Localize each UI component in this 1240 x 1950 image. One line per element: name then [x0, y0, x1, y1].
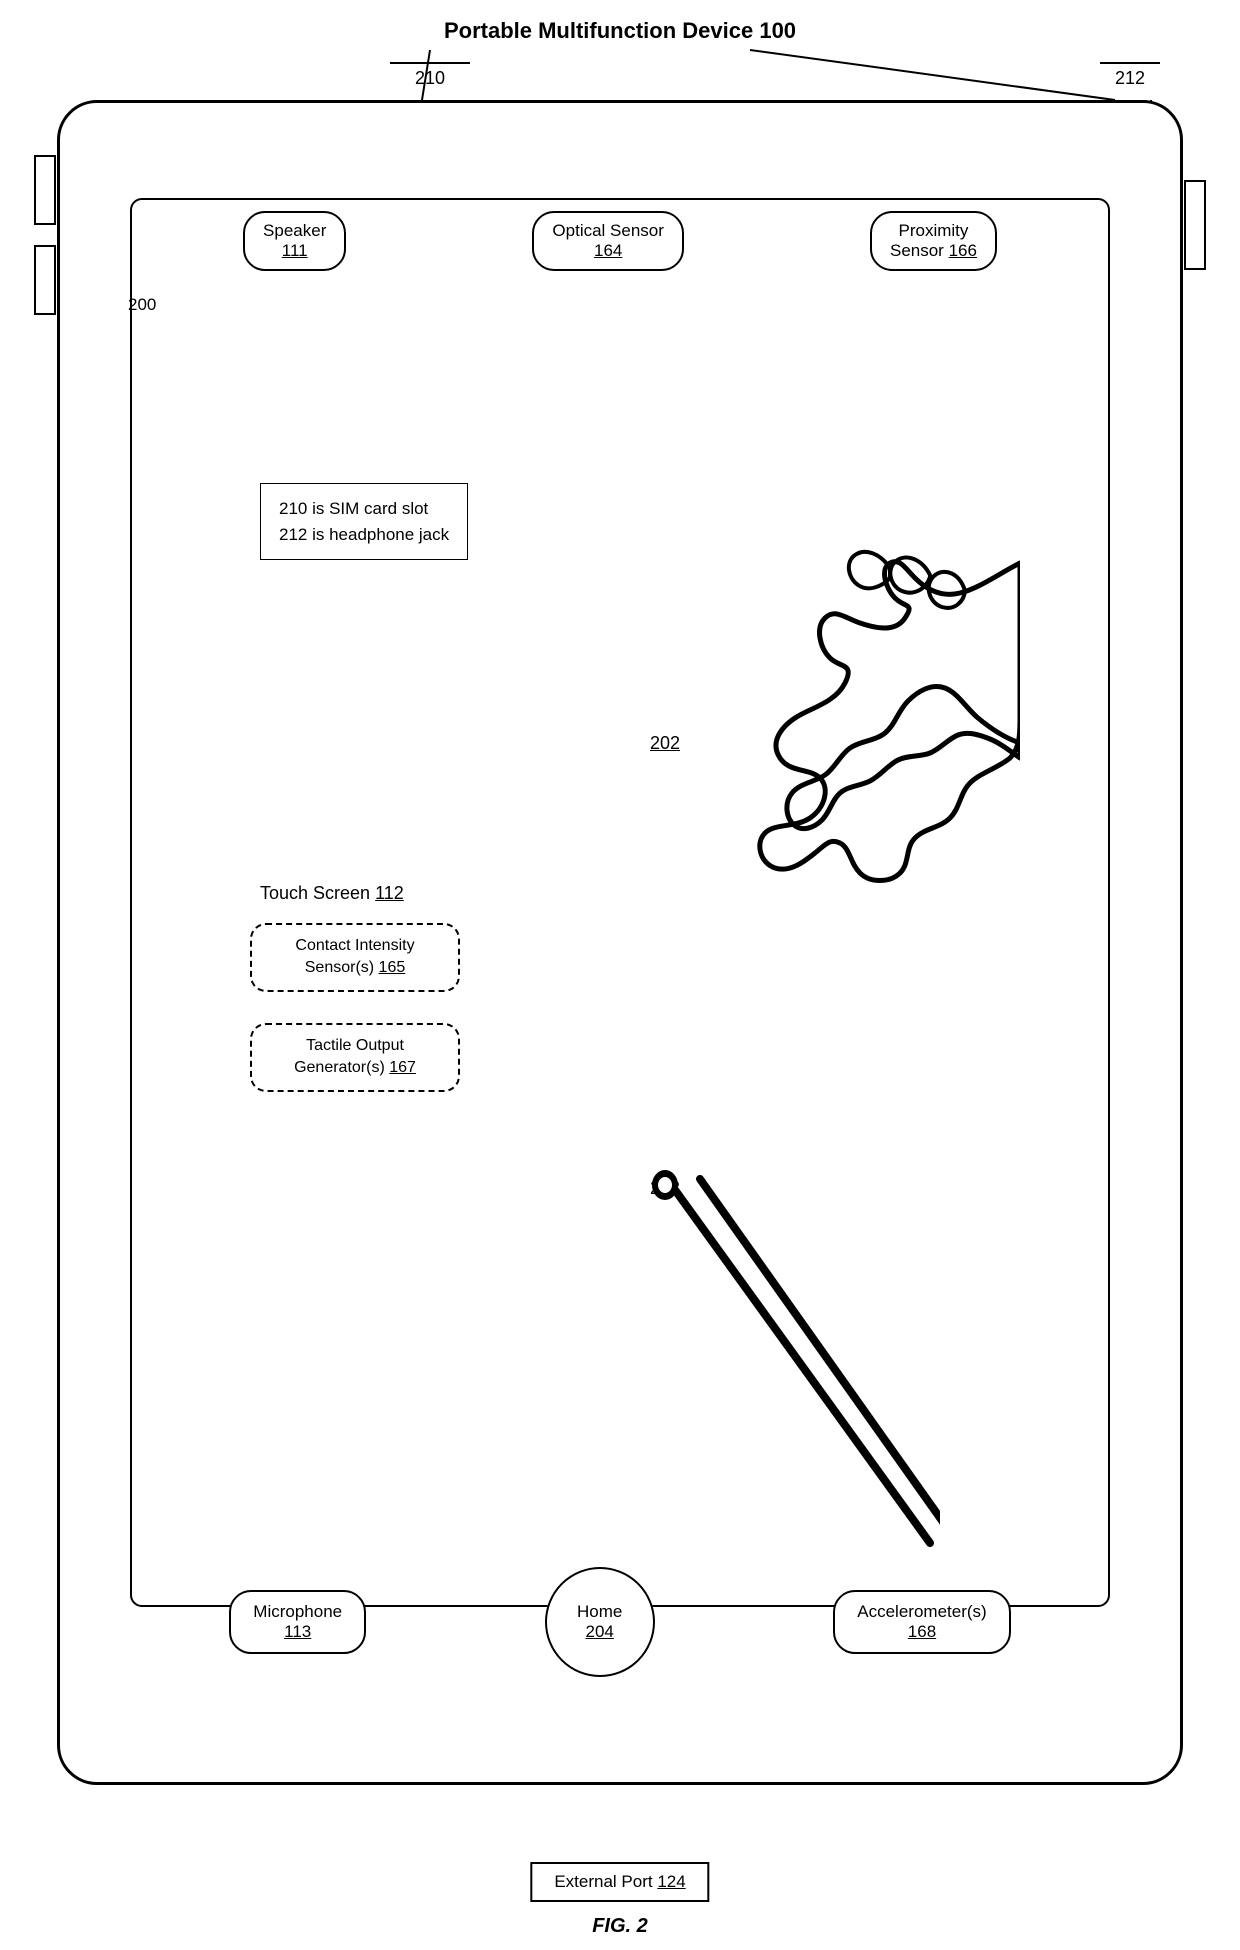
annotation-line2: 212 is headphone jack	[279, 525, 449, 544]
slot-210-label: 210	[390, 62, 470, 89]
label-203: 203	[650, 1178, 680, 1199]
proximity-sensor-box: ProximitySensor 166	[870, 211, 997, 271]
proximity-label: ProximitySensor 166	[890, 221, 977, 260]
home-button[interactable]: Home 204	[545, 1567, 655, 1677]
device-body: Speaker 111 Optical Sensor 164 Proximity…	[57, 100, 1183, 1785]
microphone-label: Microphone	[253, 1602, 342, 1621]
proximity-number: 166	[949, 241, 977, 260]
touch-screen-label: Touch Screen 112	[260, 883, 404, 904]
external-port: External Port 124	[530, 1862, 709, 1902]
side-button-left-top[interactable]	[34, 155, 56, 225]
main-container: Portable Multifunction Device 100 210 21…	[0, 0, 1240, 1950]
side-button-right[interactable]	[1184, 180, 1206, 270]
microphone-box: Microphone 113	[229, 1590, 366, 1654]
tactile-output-number: 167	[389, 1059, 416, 1076]
label-202: 202	[650, 733, 680, 754]
speaker-label: Speaker	[263, 221, 326, 240]
accelerometer-box: Accelerometer(s) 168	[833, 1590, 1010, 1654]
title-text: Portable Multifunction Device 100	[444, 18, 796, 43]
sensors-row: Speaker 111 Optical Sensor 164 Proximity…	[150, 211, 1090, 271]
annotation-box: 210 is SIM card slot 212 is headphone ja…	[260, 483, 468, 560]
contact-intensity-box: Contact IntensitySensor(s) 165	[250, 923, 460, 992]
home-number: 204	[586, 1622, 614, 1642]
speaker-number: 111	[282, 241, 308, 260]
slot-212-label: 212	[1100, 62, 1160, 89]
figure-caption: FIG. 2	[592, 1915, 648, 1938]
bottom-row: Microphone 113 Home 204 Accelerometer(s)…	[140, 1567, 1100, 1677]
home-label: Home	[577, 1602, 622, 1622]
optical-number: 164	[594, 241, 622, 260]
tactile-output-box: Tactile OutputGenerator(s) 167	[250, 1023, 460, 1092]
microphone-number: 113	[284, 1622, 311, 1641]
contact-intensity-number: 165	[379, 959, 406, 976]
optical-label: Optical Sensor	[552, 221, 664, 240]
speaker-box: Speaker 111	[243, 211, 346, 271]
annotation-line1: 210 is SIM card slot	[279, 499, 428, 518]
external-port-number: 124	[657, 1872, 685, 1891]
label-200: 200	[128, 295, 156, 315]
accelerometer-label: Accelerometer(s)	[857, 1602, 986, 1621]
accelerometer-number: 168	[908, 1622, 936, 1641]
page-title: Portable Multifunction Device 100	[444, 18, 796, 44]
side-button-left-mid[interactable]	[34, 245, 56, 315]
touch-screen-number: 112	[375, 883, 404, 903]
optical-sensor-box: Optical Sensor 164	[532, 211, 684, 271]
